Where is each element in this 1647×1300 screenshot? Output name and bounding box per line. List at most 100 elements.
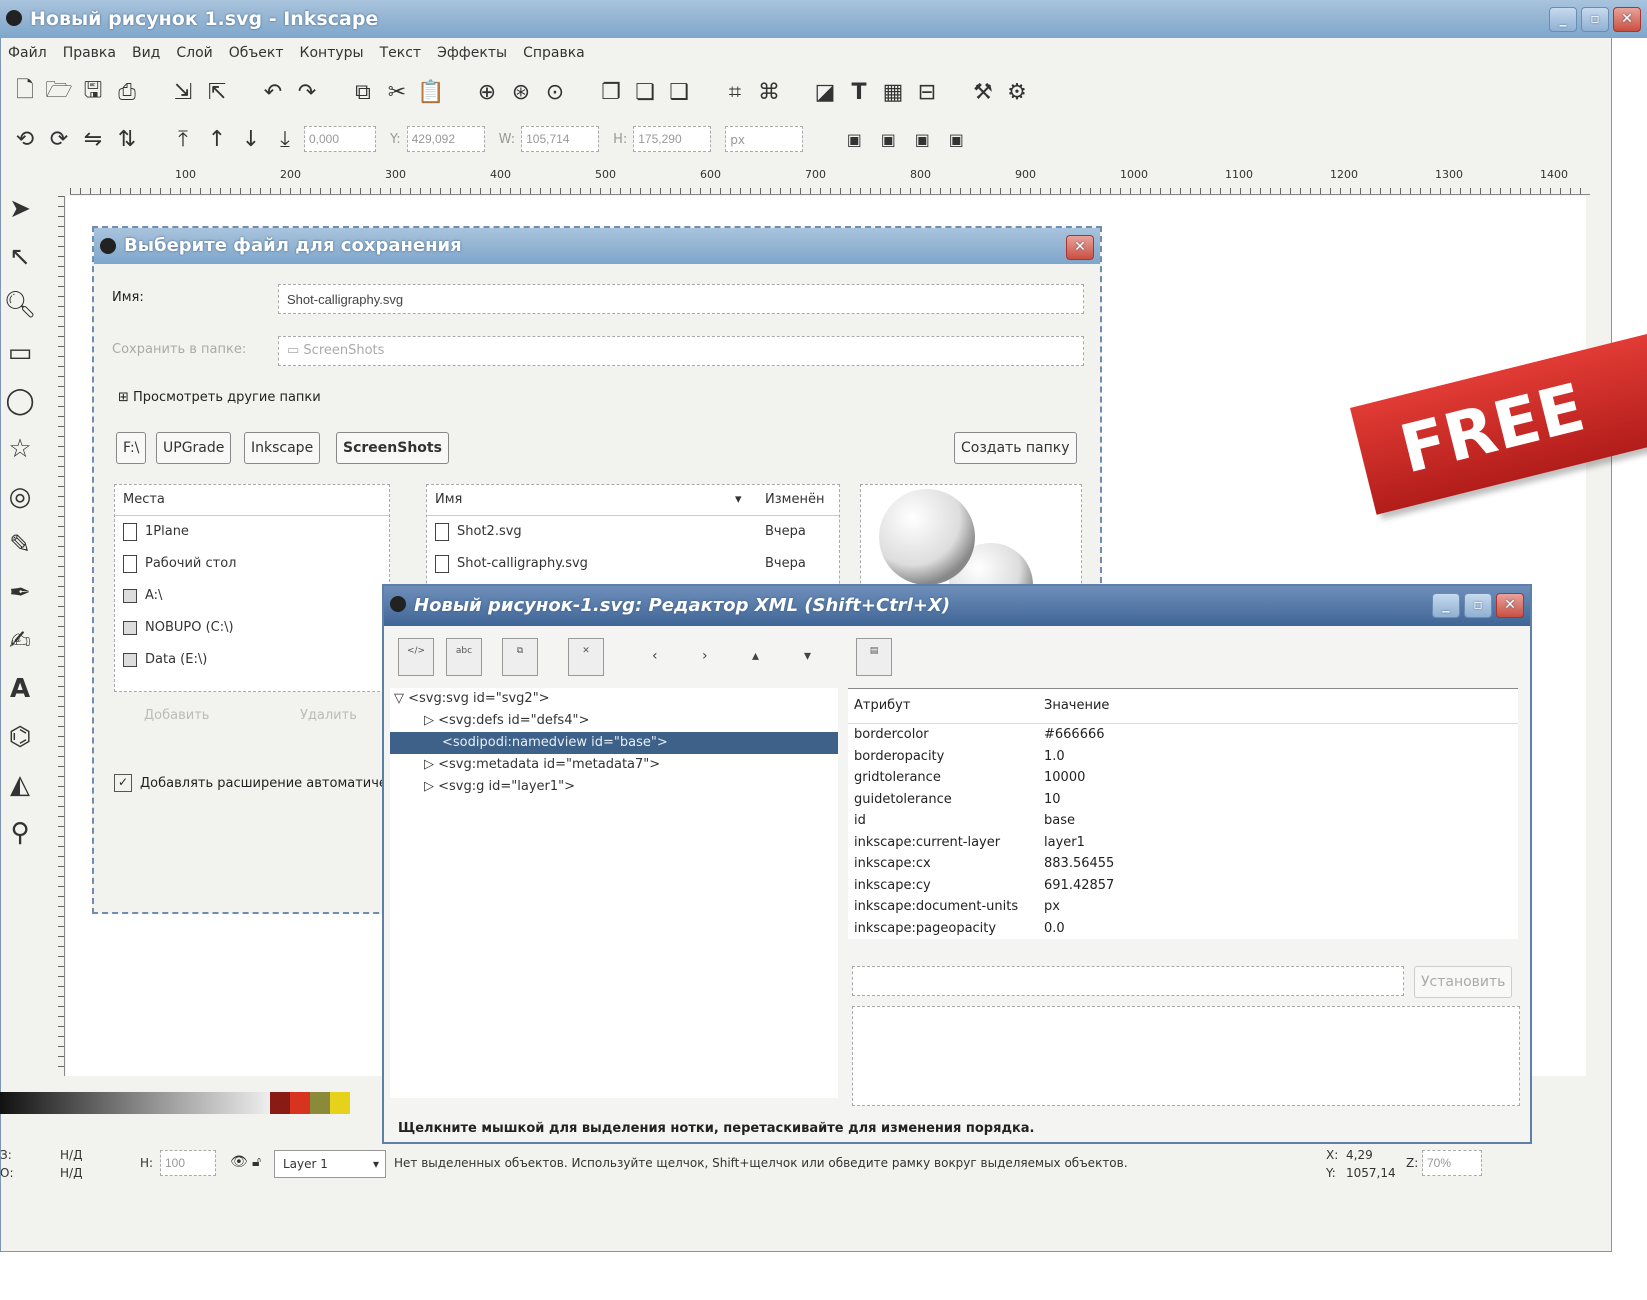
move-patterns-icon[interactable]: ▣	[941, 124, 971, 154]
lower-node-icon[interactable]: ▾	[804, 648, 811, 664]
attribute-row[interactable]: id base	[848, 810, 1518, 832]
lock-icon[interactable]: 🔓︎	[252, 1154, 261, 1170]
export-icon[interactable]: ⇱	[202, 77, 232, 107]
visibility-eye-icon[interactable]: 👁	[230, 1154, 248, 1170]
menu-edit[interactable]: Правка	[63, 40, 116, 66]
add-extension-checkbox[interactable]: ✓ Добавлять расширение автоматически	[114, 774, 410, 792]
checkbox-checked-icon[interactable]: ✓	[114, 774, 132, 792]
print-icon[interactable]: ⎙	[112, 77, 142, 107]
swatch-olive[interactable]	[310, 1092, 330, 1114]
new-element-node-icon[interactable]: </>	[398, 638, 434, 676]
move-gradients-icon[interactable]: ▣	[907, 124, 937, 154]
dropper-tool-icon[interactable]: ⚲	[3, 814, 37, 852]
color-palette[interactable]	[0, 1092, 380, 1114]
new-document-icon[interactable]: 🗋	[10, 77, 40, 107]
menu-help[interactable]: Справка	[523, 40, 585, 66]
delete-node-icon[interactable]: ✕	[568, 638, 604, 676]
calligraphy-tool-icon[interactable]: ✍	[3, 622, 37, 660]
attribute-row[interactable]: inkscape:cx 883.56455	[848, 853, 1518, 875]
rectangle-tool-icon[interactable]: ▭	[3, 334, 37, 372]
save-dialog-titlebar[interactable]: Выберите файл для сохранения ✕	[94, 228, 1100, 264]
collapsed-arrow-icon[interactable]: ▷	[424, 757, 434, 772]
place-item[interactable]: 1Plane	[115, 516, 389, 548]
place-item[interactable]: A:\	[115, 580, 389, 612]
star-tool-icon[interactable]: ☆	[3, 430, 37, 468]
stroke-value[interactable]: Н/Д	[60, 1166, 82, 1180]
zoom-tool-icon[interactable]: 🔍︎	[3, 286, 37, 324]
swatch-yellow[interactable]	[330, 1092, 350, 1114]
file-row[interactable]: Shot-calligraphy.svg Вчера	[427, 548, 839, 580]
browse-folders-expander[interactable]: ⊞ Просмотреть другие папки	[118, 390, 321, 405]
fill-stroke-icon[interactable]: ◪	[810, 77, 840, 107]
ungroup-icon[interactable]: ⌘	[754, 77, 784, 107]
close-button[interactable]: ✕	[1496, 593, 1524, 618]
unit-select[interactable]: px	[725, 126, 804, 152]
attribute-row[interactable]: bordercolor #666666	[848, 724, 1518, 746]
menu-file[interactable]: Файл	[8, 40, 47, 66]
tree-node[interactable]: ▷ <svg:g id="layer1">	[390, 776, 838, 798]
attribute-row[interactable]: gridtolerance 10000	[848, 767, 1518, 789]
file-name-input[interactable]	[278, 284, 1084, 314]
preferences-icon[interactable]: ⚒	[968, 77, 998, 107]
raise-icon[interactable]: ↑	[202, 124, 232, 154]
w-field[interactable]	[521, 126, 600, 152]
h-field[interactable]	[633, 126, 712, 152]
xml-editor-icon[interactable]: ▦	[878, 77, 908, 107]
tree-node[interactable]: ▽ <svg:svg id="svg2">	[390, 688, 838, 710]
rotate-ccw-icon[interactable]: ⟲	[10, 124, 40, 154]
scale-stroke-icon[interactable]: ▣	[839, 124, 869, 154]
tree-node[interactable]: ▷ <svg:metadata id="metadata7">	[390, 754, 838, 776]
text-tool-icon[interactable]: A	[3, 670, 37, 708]
save-icon[interactable]: 🖫	[78, 77, 108, 107]
minimize-button[interactable]: _	[1549, 7, 1577, 32]
expanded-arrow-icon[interactable]: ▽	[394, 691, 404, 706]
tree-node[interactable]: ▷ <svg:defs id="defs4">	[390, 710, 838, 732]
path-button-root[interactable]: F:\	[116, 432, 147, 464]
zoom-drawing-icon[interactable]: ⊛	[506, 77, 536, 107]
menu-text[interactable]: Текст	[380, 40, 421, 66]
collapsed-arrow-icon[interactable]: ▷	[424, 779, 434, 794]
lower-icon[interactable]: ↓	[236, 124, 266, 154]
swatch-red[interactable]	[270, 1092, 290, 1114]
import-icon[interactable]: ⇲	[168, 77, 198, 107]
cut-icon[interactable]: ✂	[382, 77, 412, 107]
tree-node-selected[interactable]: <sodipodi:namedview id="base">	[390, 732, 838, 754]
duplicate-node-icon[interactable]: ⧉	[502, 638, 538, 676]
opacity-field[interactable]	[160, 1150, 216, 1176]
save-in-select[interactable]: ▭ ScreenShots	[278, 336, 1084, 366]
close-button[interactable]: ✕	[1066, 235, 1094, 260]
attribute-row[interactable]: borderopacity 1.0	[848, 746, 1518, 768]
spiral-tool-icon[interactable]: ◎	[3, 478, 37, 516]
attribute-row[interactable]: inkscape:pageopacity 0.0	[848, 918, 1518, 940]
minimize-button[interactable]: _	[1432, 593, 1460, 618]
flip-horizontal-icon[interactable]: ⇋	[78, 124, 108, 154]
raise-top-icon[interactable]: ⤒	[168, 124, 198, 154]
name-column-header[interactable]: Имя	[435, 485, 735, 515]
undo-icon[interactable]: ↶	[258, 77, 288, 107]
maximize-button[interactable]: ▫	[1464, 593, 1492, 618]
menu-view[interactable]: Вид	[132, 40, 160, 66]
menu-object[interactable]: Объект	[229, 40, 284, 66]
rotate-cw-icon[interactable]: ⟳	[44, 124, 74, 154]
maximize-button[interactable]: ▫	[1581, 7, 1609, 32]
remove-place-button[interactable]: Удалить	[300, 708, 357, 723]
menu-path[interactable]: Контуры	[300, 40, 364, 66]
collapsed-arrow-icon[interactable]: ▷	[424, 713, 434, 728]
redo-icon[interactable]: ↷	[292, 77, 322, 107]
text-font-icon[interactable]: T	[844, 77, 874, 107]
scale-corners-icon[interactable]: ▣	[873, 124, 903, 154]
align-distribute-icon[interactable]: ⊟	[912, 77, 942, 107]
document-properties-icon[interactable]: ⚙	[1002, 77, 1032, 107]
new-text-node-icon[interactable]: abc	[446, 638, 482, 676]
file-row[interactable]: Shot2.svg Вчера	[427, 516, 839, 548]
path-button-upgrade[interactable]: UPGrade	[156, 432, 232, 464]
main-titlebar[interactable]: Новый рисунок 1.svg - Inkscape _ ▫ ✕	[0, 0, 1647, 38]
node-tool-icon[interactable]: ↖	[3, 238, 37, 276]
path-button-screenshots[interactable]: ScreenShots	[336, 432, 449, 464]
menu-effects[interactable]: Эффекты	[437, 40, 507, 66]
path-button-inkscape[interactable]: Inkscape	[244, 432, 321, 464]
create-folder-button[interactable]: Создать папку	[954, 432, 1077, 464]
pencil-tool-icon[interactable]: ✎	[3, 526, 37, 564]
y-field[interactable]	[406, 126, 485, 152]
set-attribute-button[interactable]: Установить	[1414, 966, 1513, 998]
